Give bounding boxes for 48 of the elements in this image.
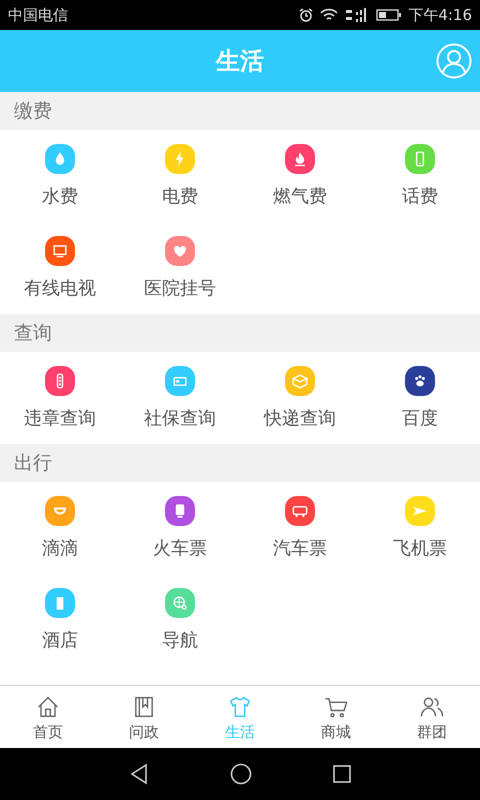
- service-item[interactable]: 电费: [120, 130, 240, 222]
- service-item[interactable]: 百度: [360, 352, 480, 444]
- service-item[interactable]: 水费: [0, 130, 120, 222]
- service-item[interactable]: 飞机票: [360, 482, 480, 574]
- service-label: 医院挂号: [144, 277, 216, 300]
- section-title: 查询: [14, 321, 52, 346]
- service-item[interactable]: 导航: [120, 574, 240, 666]
- battery-icon: [376, 8, 402, 22]
- service-label: 违章查询: [24, 407, 96, 430]
- tab[interactable]: 群团: [384, 686, 480, 748]
- service-label: 飞机票: [393, 537, 447, 560]
- service-label: 社保查询: [144, 407, 216, 430]
- home-circle-icon[interactable]: [230, 763, 252, 785]
- service-item[interactable]: 酒店: [0, 574, 120, 666]
- tab[interactable]: 问政: [96, 686, 192, 748]
- service-item[interactable]: 话费: [360, 130, 480, 222]
- tab[interactable]: 首页: [0, 686, 96, 748]
- service-item[interactable]: 火车票: [120, 482, 240, 574]
- service-label: 火车票: [153, 537, 207, 560]
- service-label: 话费: [402, 185, 438, 208]
- service-item[interactable]: 汽车票: [240, 482, 360, 574]
- service-item[interactable]: 医院挂号: [120, 222, 240, 314]
- service-label: 燃气费: [273, 185, 327, 208]
- service-item[interactable]: 快递查询: [240, 352, 360, 444]
- service-item[interactable]: 有线电视: [0, 222, 120, 314]
- service-label: 有线电视: [24, 277, 96, 300]
- service-label: 快递查询: [264, 407, 336, 430]
- recent-apps-icon[interactable]: [332, 764, 352, 784]
- clock-time: 下午4:16: [408, 6, 472, 24]
- service-label: 导航: [162, 629, 198, 652]
- back-icon[interactable]: [128, 763, 150, 785]
- service-label: 滴滴: [42, 537, 78, 560]
- service-item[interactable]: 违章查询: [0, 352, 120, 444]
- service-label: 电费: [162, 185, 198, 208]
- service-item[interactable]: 社保查询: [120, 352, 240, 444]
- service-label: 水费: [42, 185, 78, 208]
- service-item[interactable]: 燃气费: [240, 130, 360, 222]
- tab[interactable]: 商城: [288, 686, 384, 748]
- service-label: 酒店: [42, 629, 78, 652]
- page-title: 生活: [216, 46, 264, 77]
- service-label: 汽车票: [273, 537, 327, 560]
- carrier-name: 中国电信: [8, 6, 68, 24]
- wifi-icon: [320, 8, 338, 22]
- service-label: 百度: [402, 407, 438, 430]
- service-item[interactable]: 滴滴: [0, 482, 120, 574]
- section-title: 出行: [14, 451, 52, 476]
- section-title: 缴费: [14, 99, 52, 124]
- alarm-icon: [298, 7, 314, 23]
